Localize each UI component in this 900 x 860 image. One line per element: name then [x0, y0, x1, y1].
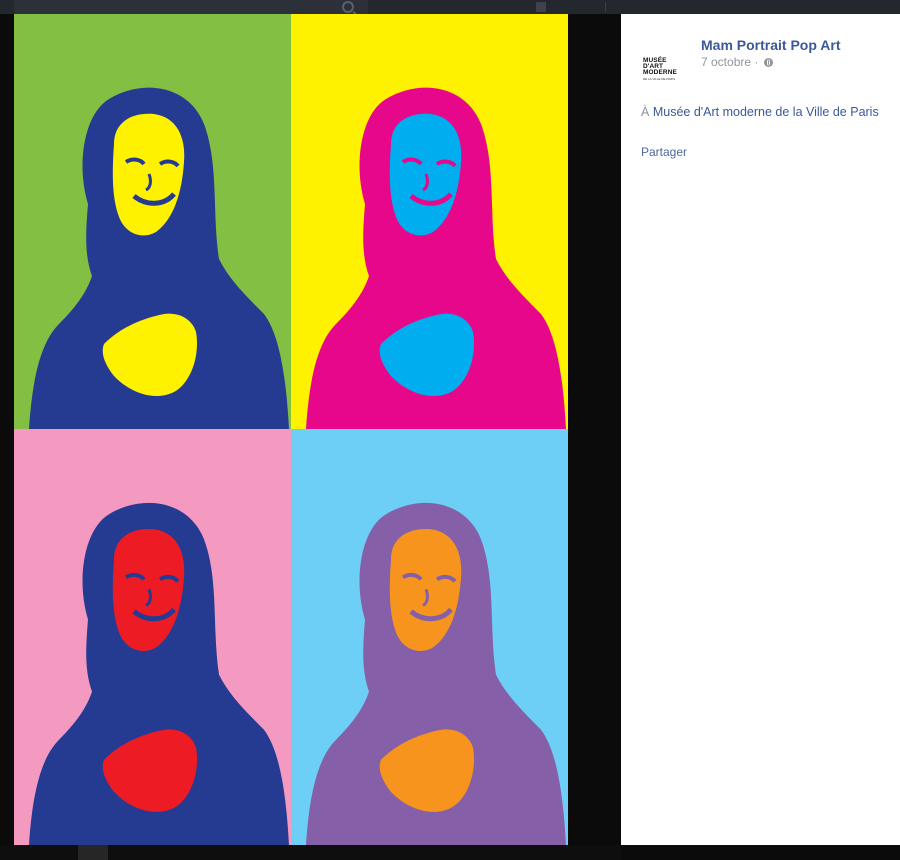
page-name-link[interactable]: Mam Portrait Pop Art — [701, 37, 841, 53]
background-comment-strip — [0, 845, 621, 860]
meta-separator: · — [754, 55, 759, 69]
post-date-link[interactable]: 7 octobre — [701, 55, 751, 69]
globe-icon[interactable] — [763, 58, 773, 67]
post-meta: 7 octobre · — [701, 55, 773, 69]
background-topbar — [0, 0, 900, 14]
photo-panel-top-right — [291, 14, 568, 429]
search-icon — [342, 1, 354, 13]
photo-panel-bottom-left — [14, 429, 291, 845]
background-search-field — [14, 0, 368, 14]
location-line: À Musée d'Art moderne de la Ville de Par… — [641, 105, 879, 119]
photo-viewer-stage[interactable] — [14, 14, 568, 845]
share-link[interactable]: Partager — [641, 145, 687, 159]
background-nav-separator — [605, 2, 606, 12]
background-avatar — [536, 2, 546, 12]
photo-info-pane: MUSÉE D'ART MODERNE DE LA VILLE DE PARIS… — [621, 14, 900, 845]
photo-panel-bottom-right — [291, 429, 568, 845]
background-comment-avatar — [78, 845, 108, 860]
mam-logo-icon[interactable]: MUSÉE D'ART MODERNE DE LA VILLE DE PARIS — [641, 42, 681, 82]
logo-text: MUSÉE D'ART MODERNE — [643, 57, 677, 76]
photo-panel-top-left — [14, 14, 291, 429]
location-link[interactable]: Musée d'Art moderne de la Ville de Paris — [653, 105, 879, 119]
location-prefix: À — [641, 105, 650, 119]
logo-subtext: DE LA VILLE DE PARIS — [643, 77, 676, 81]
